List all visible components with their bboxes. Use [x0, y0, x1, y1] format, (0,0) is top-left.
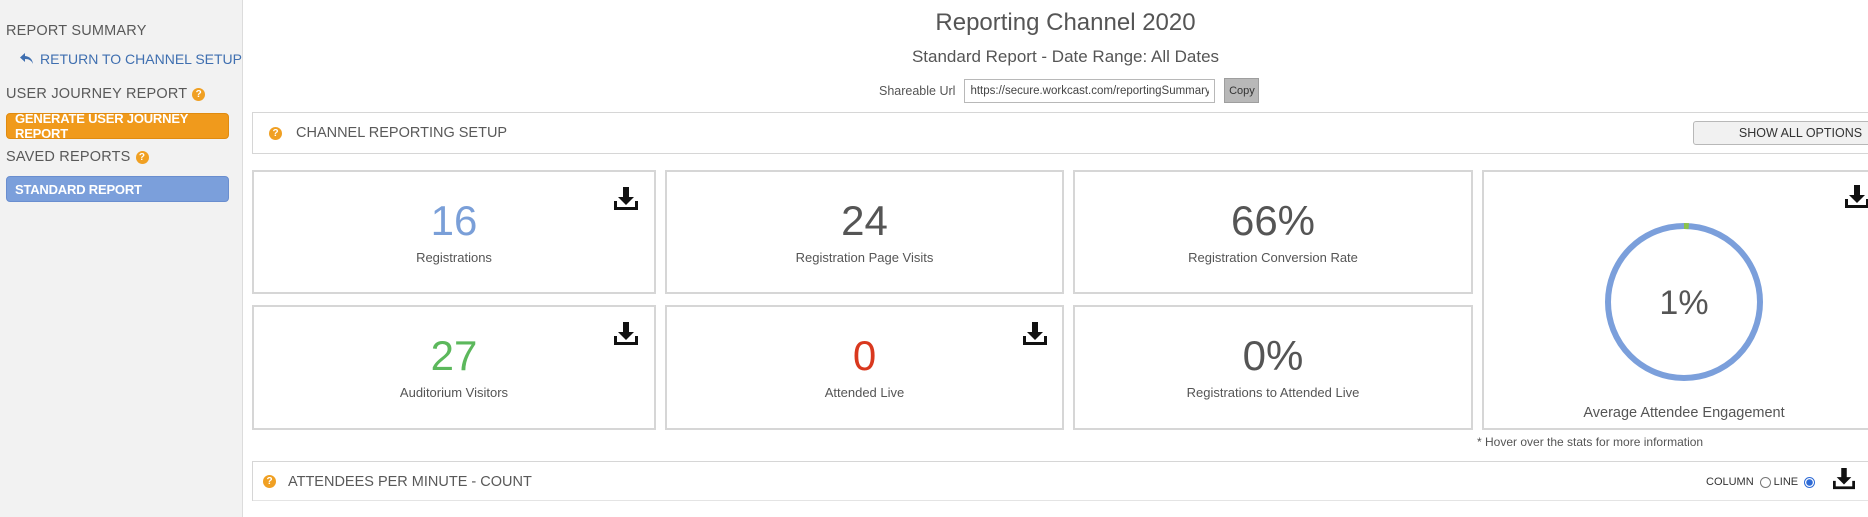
- attendees-per-minute-bar[interactable]: ? ATTENDEES PER MINUTE - COUNT COLUMN LI…: [252, 461, 1868, 501]
- report-summary-heading: REPORT SUMMARY: [6, 23, 147, 39]
- stat-value: 0%: [1242, 332, 1304, 379]
- page-subtitle: Standard Report - Date Range: All Dates: [911, 47, 1220, 66]
- stat-label: Attended Live: [824, 385, 905, 400]
- show-all-options-button[interactable]: SHOW ALL OPTIONS: [1693, 121, 1868, 145]
- saved-reports-label: SAVED REPORTS: [6, 149, 131, 165]
- attendees-title: ATTENDEES PER MINUTE - COUNT: [288, 473, 532, 490]
- download-icon[interactable]: [613, 322, 639, 346]
- stat-card-registrations[interactable]: 16 Registrations: [252, 170, 656, 294]
- question-circle-icon[interactable]: ?: [192, 87, 206, 101]
- column-label: COLUMN: [1706, 476, 1754, 488]
- channel-reporting-setup-bar[interactable]: ? CHANNEL REPORTING SETUP SHOW ALL OPTIO…: [252, 112, 1868, 154]
- download-icon[interactable]: [613, 187, 639, 211]
- line-radio[interactable]: [1804, 476, 1816, 488]
- engagement-value: 1%: [1659, 284, 1708, 322]
- stat-card-registrations-to-attended-live[interactable]: 0% Registrations to Attended Live: [1073, 305, 1473, 430]
- average-engagement-card[interactable]: 1% Average Attendee Engagement: [1482, 170, 1868, 430]
- stat-value: 27: [430, 332, 478, 379]
- setup-title: CHANNEL REPORTING SETUP: [296, 125, 508, 141]
- standard-report-label: STANDARD REPORT: [15, 181, 142, 197]
- stat-label: Registration Page Visits: [795, 250, 934, 265]
- shareable-url-input[interactable]: [964, 78, 1216, 103]
- chart-type-toggle: COLUMN LINE: [1706, 468, 1856, 490]
- standard-report-button[interactable]: STANDARD REPORT: [6, 176, 229, 202]
- download-icon[interactable]: [1844, 185, 1868, 209]
- stat-card-registration-page-visits[interactable]: 24 Registration Page Visits: [665, 170, 1064, 294]
- column-radio[interactable]: [1759, 476, 1771, 488]
- copy-button[interactable]: Copy: [1224, 78, 1260, 103]
- return-link-label: RETURN TO CHANNEL SETUP: [40, 51, 242, 67]
- sidebar: REPORT SUMMARY RETURN TO CHANNEL SETUP U…: [0, 0, 243, 517]
- stat-value: 24: [841, 197, 888, 244]
- question-circle-icon[interactable]: ?: [269, 126, 282, 140]
- user-journey-label: USER JOURNEY REPORT: [6, 86, 188, 102]
- generate-user-journey-report-button[interactable]: GENERATE USER JOURNEY REPORT: [6, 111, 229, 141]
- shareable-url-row: Shareable Url Copy: [879, 78, 1260, 103]
- question-circle-icon[interactable]: ?: [263, 475, 276, 488]
- return-to-channel-setup-link[interactable]: RETURN TO CHANNEL SETUP: [20, 51, 242, 67]
- engagement-label: Average Attendee Engagement: [1583, 405, 1785, 421]
- download-icon[interactable]: [1022, 322, 1048, 346]
- reply-arrow-icon: [20, 53, 33, 64]
- stat-value: 0: [852, 332, 877, 379]
- download-icon[interactable]: [1832, 468, 1856, 490]
- report-summary-label: REPORT SUMMARY: [6, 23, 147, 39]
- stat-card-auditorium-visitors[interactable]: 27 Auditorium Visitors: [252, 305, 656, 430]
- page-title: Reporting Channel 2020: [935, 9, 1196, 36]
- line-label: LINE: [1773, 476, 1799, 488]
- generate-button-label: GENERATE USER JOURNEY REPORT: [15, 111, 189, 141]
- stat-value: 16: [430, 197, 478, 244]
- stat-label: Auditorium Visitors: [399, 385, 509, 400]
- engagement-donut-chart: 1%: [1605, 223, 1763, 381]
- user-journey-heading: USER JOURNEY REPORT ?: [6, 86, 206, 102]
- stat-label: Registrations to Attended Live: [1186, 385, 1360, 400]
- hover-note: * Hover over the stats for more informat…: [1477, 435, 1704, 449]
- stat-label: Registration Conversion Rate: [1188, 250, 1358, 265]
- shareable-url-label: Shareable Url: [879, 83, 956, 98]
- stat-value: 66%: [1230, 197, 1316, 244]
- stat-label: Registrations: [416, 250, 492, 265]
- question-circle-icon[interactable]: ?: [135, 150, 149, 164]
- saved-reports-heading: SAVED REPORTS ?: [6, 149, 149, 165]
- stat-card-attended-live[interactable]: 0 Attended Live: [665, 305, 1064, 430]
- divider: [253, 500, 1868, 501]
- stat-card-registration-conversion-rate[interactable]: 66% Registration Conversion Rate: [1073, 170, 1473, 294]
